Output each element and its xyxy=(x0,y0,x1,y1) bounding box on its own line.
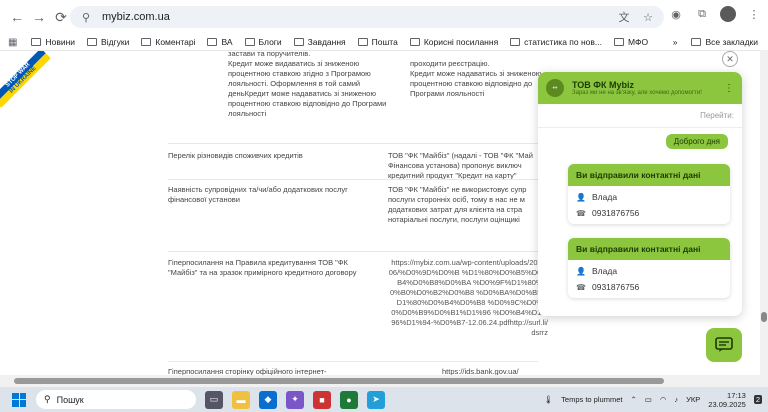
bookmark-item[interactable]: МФО xyxy=(614,37,648,47)
clock[interactable]: 17:13 23.09.2025 xyxy=(708,391,746,409)
store-icon[interactable]: ◆ xyxy=(259,390,277,409)
chat-title: ТОВ ФК Mybiz xyxy=(572,80,634,90)
taskbar: ⚲ Пошук ▭ ▬ ◆ ✦ ■ ● ➤ 🌡 Temps to plummet… xyxy=(0,387,768,412)
extensions-icon[interactable]: ⧉ xyxy=(694,6,710,22)
telegram-icon[interactable]: ➤ xyxy=(367,390,385,409)
bookmark-item[interactable]: статистика по нов... xyxy=(510,37,602,47)
address-bar[interactable]: ⚲ mybiz.com.ua 文 ☆ xyxy=(70,6,664,28)
chat-message-outgoing: Доброго дня xyxy=(665,134,728,149)
folder-icon xyxy=(31,38,42,46)
chat-menu-icon[interactable]: ⋮ xyxy=(724,83,734,94)
horizontal-scrollbar[interactable] xyxy=(0,375,768,387)
windows-start-icon[interactable] xyxy=(12,392,26,407)
url-text: mybiz.com.ua xyxy=(102,11,170,23)
search-icon: ⚲ xyxy=(44,394,51,404)
contact-card: Ви відправили контактні дані 👤 Влада ☎ 093… xyxy=(568,238,730,298)
card-title: Ви відправили контактні дані xyxy=(568,164,730,186)
folder-icon xyxy=(141,38,152,46)
bookmark-item[interactable]: Пошта xyxy=(357,37,398,47)
wifi-icon[interactable]: ◠ xyxy=(660,395,667,404)
office-icon[interactable]: ■ xyxy=(313,390,331,409)
table-divider xyxy=(168,179,538,180)
folder-icon xyxy=(691,38,702,46)
bookmark-item[interactable]: Корисні посилання xyxy=(409,37,498,47)
table-divider xyxy=(168,251,538,252)
scroll-thumb[interactable] xyxy=(761,312,767,322)
text-block: проходити реєстрацію. Кредит може надават… xyxy=(410,59,542,98)
table-divider xyxy=(168,361,538,362)
bookmark-item[interactable]: Відгуки xyxy=(87,37,129,47)
user-icon: 👤 xyxy=(576,266,586,276)
forward-icon[interactable]: → xyxy=(28,6,50,28)
bookmark-item[interactable]: Новини xyxy=(31,37,75,47)
bank-link[interactable]: https://ids.bank.gov.ua/ xyxy=(388,367,548,375)
weather-icon: 🌡 xyxy=(543,395,554,404)
folder-icon xyxy=(207,38,218,46)
vertical-scrollbar[interactable] xyxy=(760,50,768,375)
battery-icon[interactable]: ▭ xyxy=(645,395,652,404)
weather-text[interactable]: Temps to plummet xyxy=(561,395,622,404)
volume-icon[interactable]: ♪ xyxy=(674,395,678,404)
folder-icon xyxy=(244,38,255,46)
site-info-icon[interactable]: ⚲ xyxy=(78,9,94,25)
folder-icon xyxy=(357,38,368,46)
profile-avatar[interactable] xyxy=(720,6,736,22)
menu-icon[interactable]: ⋮ xyxy=(746,6,762,22)
folder-icon xyxy=(87,38,98,46)
chat-subtitle: Зараз ми не на звʼязку, але хочемо допом… xyxy=(572,90,702,96)
chat-header: •• ТОВ ФК Mybiz Зараз ми не на звʼязку, … xyxy=(538,72,742,104)
chat-widget: •• ТОВ ФК Mybiz Зараз ми не на звʼязку, … xyxy=(538,72,742,316)
taskbar-search[interactable]: ⚲ Пошук xyxy=(36,390,196,409)
task-view-icon[interactable]: ▭ xyxy=(205,390,223,409)
contact-card: Ви відправили контактні дані 👤 Влада ☎ 093… xyxy=(568,164,730,224)
back-icon[interactable]: ← xyxy=(6,6,28,28)
file-explorer-icon[interactable]: ▬ xyxy=(232,390,250,409)
all-bookmarks[interactable]: Все закладки xyxy=(691,37,758,47)
bookmarks-bar: ▦ Новини Відгуки Коментарі ВА Блоги Завд… xyxy=(0,34,768,50)
folder-icon xyxy=(293,38,304,46)
tray-chevron-icon[interactable]: ⌃ xyxy=(630,395,636,404)
contact-phone: 0931876756 xyxy=(592,208,640,218)
apps-icon[interactable]: ▦ xyxy=(8,37,17,48)
translate-icon[interactable]: 文 xyxy=(616,9,632,25)
folder-icon xyxy=(510,38,521,46)
contact-name: Влада xyxy=(592,266,618,276)
chat-goto-link[interactable]: Перейти: xyxy=(538,104,742,128)
scroll-thumb[interactable] xyxy=(14,378,664,384)
bookmark-item[interactable]: Коментарі xyxy=(141,37,195,47)
chat-bubble-icon xyxy=(715,337,733,352)
chat-logo-icon: •• xyxy=(546,79,564,97)
notification-badge[interactable]: 2 xyxy=(753,395,762,404)
stop-war-ribbon[interactable]: STOP WAR IN UKRAINE xyxy=(0,51,51,108)
card-title: Ви відправили контактні дані xyxy=(568,238,730,260)
browser-toolbar: ← → ⟳ ⚲ mybiz.com.ua 文 ☆ ◉ ⧉ ⋮ xyxy=(0,0,768,34)
chat-close-icon[interactable]: ✕ xyxy=(722,51,738,67)
folder-icon xyxy=(409,38,420,46)
user-icon: 👤 xyxy=(576,192,586,202)
contact-name: Влада xyxy=(592,192,618,202)
bookmark-item[interactable]: Завдання xyxy=(293,37,346,47)
more-bookmarks-icon[interactable]: » xyxy=(673,37,678,47)
contact-phone: 0931876756 xyxy=(592,282,640,292)
bookmark-item[interactable]: Блоги xyxy=(244,37,282,47)
bookmark-item[interactable]: ВА xyxy=(207,37,233,47)
screenshot-icon[interactable]: ◉ xyxy=(668,6,684,22)
reload-icon[interactable]: ⟳ xyxy=(50,6,72,28)
phone-icon: ☎ xyxy=(576,282,586,292)
chat-toggle-button[interactable] xyxy=(706,328,742,362)
chrome-icon[interactable]: ● xyxy=(340,390,358,409)
bookmark-star-icon[interactable]: ☆ xyxy=(640,9,656,25)
language-indicator[interactable]: УКР xyxy=(686,395,700,404)
copilot-icon[interactable]: ✦ xyxy=(286,390,304,409)
table-divider xyxy=(168,143,538,144)
system-tray: 🌡 Temps to plummet ⌃ ▭ ◠ ♪ УКР 17:13 23.… xyxy=(544,387,762,412)
rules-link[interactable]: https://mybiz.com.ua/wp-content/uploads/… xyxy=(388,258,548,338)
folder-icon xyxy=(614,38,624,46)
text-block: застави та поручителів. Кредит може видав… xyxy=(228,50,387,118)
phone-icon: ☎ xyxy=(576,208,586,218)
